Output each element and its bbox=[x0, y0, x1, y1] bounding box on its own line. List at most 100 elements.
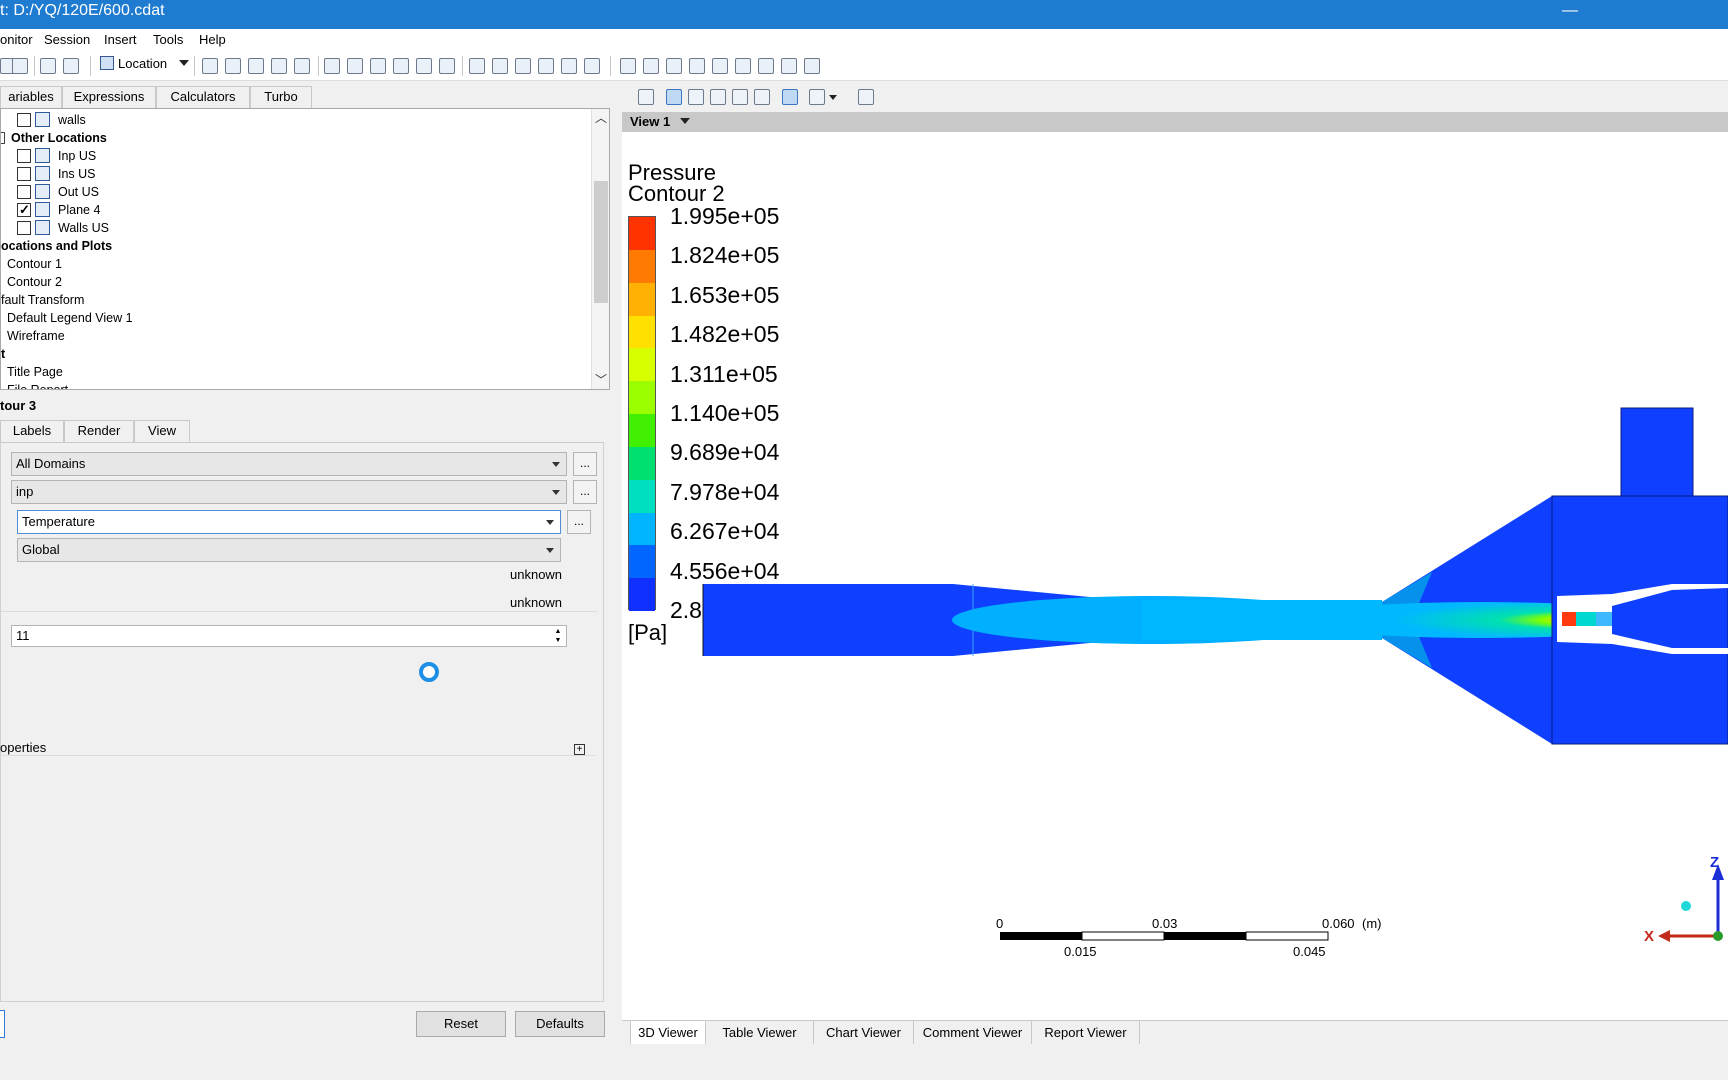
tab-3d-viewer[interactable]: 3D Viewer bbox=[630, 1021, 706, 1045]
timestep-icon[interactable] bbox=[620, 58, 636, 74]
instance-transform-icon[interactable] bbox=[393, 58, 409, 74]
walls-us-checkbox[interactable] bbox=[17, 221, 31, 235]
tab-calculators[interactable]: Calculators bbox=[156, 86, 250, 108]
zoom-box-icon[interactable] bbox=[732, 89, 748, 105]
locations-more-button[interactable]: ... bbox=[573, 480, 597, 504]
view-selector[interactable]: View 1 bbox=[622, 112, 1728, 132]
out-us-checkbox[interactable] bbox=[17, 185, 31, 199]
command-editor-icon[interactable] bbox=[804, 58, 820, 74]
case-comparison-icon[interactable] bbox=[781, 58, 797, 74]
fit-view-icon[interactable] bbox=[782, 89, 798, 105]
status-bar bbox=[0, 1044, 1728, 1080]
tab-comment-viewer[interactable]: Comment Viewer bbox=[914, 1021, 1032, 1045]
tree-group-report[interactable]: t bbox=[1, 345, 5, 363]
scrollbar-thumb[interactable] bbox=[594, 181, 608, 303]
zoom-icon[interactable] bbox=[710, 89, 726, 105]
variable-select[interactable]: Temperature bbox=[17, 510, 561, 534]
clip-plane-icon[interactable] bbox=[416, 58, 432, 74]
tab-render[interactable]: Render bbox=[64, 420, 134, 442]
location-button[interactable]: Location bbox=[100, 56, 189, 76]
contour-icon[interactable] bbox=[225, 58, 241, 74]
menu-monitor[interactable]: onitor bbox=[0, 32, 33, 47]
select-icon[interactable] bbox=[638, 89, 654, 105]
quick-editor-icon[interactable] bbox=[666, 58, 682, 74]
domains-more-button[interactable]: ... bbox=[573, 452, 597, 476]
tab-table-viewer[interactable]: Table Viewer bbox=[706, 1021, 814, 1045]
animation-icon[interactable] bbox=[643, 58, 659, 74]
minimize-button[interactable]: — bbox=[1562, 0, 1578, 22]
tab-labels[interactable]: Labels bbox=[0, 420, 64, 442]
inp-us-checkbox[interactable] bbox=[17, 149, 31, 163]
scroll-down-icon[interactable]: ﹀ bbox=[592, 371, 609, 389]
zoom-fit-icon[interactable] bbox=[754, 89, 770, 105]
domains-select[interactable]: All Domains bbox=[11, 452, 567, 476]
panel-splitter[interactable] bbox=[612, 82, 622, 1042]
stepper-down-icon[interactable]: ▼ bbox=[552, 636, 564, 645]
viewer-panel: View 1 Pressure Contour 2 1.995e+05 1.824… bbox=[622, 82, 1728, 1042]
tab-chart-viewer[interactable]: Chart Viewer bbox=[814, 1021, 914, 1045]
apply-button[interactable] bbox=[0, 1010, 5, 1038]
function-calculator-icon[interactable] bbox=[712, 58, 728, 74]
color-map-icon[interactable] bbox=[439, 58, 455, 74]
tree-row-default-legend[interactable]: Default Legend View 1 bbox=[7, 309, 133, 327]
pan-icon[interactable] bbox=[688, 89, 704, 105]
tree-row-contour-1[interactable]: Contour 1 bbox=[7, 255, 62, 273]
text-icon[interactable] bbox=[324, 58, 340, 74]
toolbar-separator bbox=[194, 56, 195, 76]
volume-rendering-icon[interactable] bbox=[294, 58, 310, 74]
menu-help[interactable]: Help bbox=[199, 32, 226, 47]
num-contours-stepper[interactable]: 11 ▲ ▼ bbox=[11, 625, 567, 647]
variable-icon[interactable] bbox=[469, 58, 485, 74]
range-select[interactable]: Global bbox=[17, 538, 561, 562]
tree-row-wireframe[interactable]: Wireframe bbox=[7, 327, 65, 345]
figure-icon[interactable] bbox=[584, 58, 600, 74]
expand-icon[interactable]: + bbox=[574, 744, 585, 755]
comment-icon[interactable] bbox=[561, 58, 577, 74]
tree-row-file-report[interactable]: File Report bbox=[7, 381, 68, 389]
streamline-icon[interactable] bbox=[248, 58, 264, 74]
walls-checkbox[interactable] bbox=[17, 113, 31, 127]
tab-view[interactable]: View bbox=[134, 420, 190, 442]
macro-calculator-icon[interactable] bbox=[735, 58, 751, 74]
3d-viewport[interactable]: Pressure Contour 2 1.995e+05 1.824e+05 1.6… bbox=[622, 132, 1728, 1020]
expression-icon[interactable] bbox=[492, 58, 508, 74]
undo-icon[interactable] bbox=[40, 58, 56, 74]
variable-more-button[interactable]: ... bbox=[567, 510, 591, 534]
tab-report-viewer[interactable]: Report Viewer bbox=[1032, 1021, 1140, 1045]
reset-button[interactable]: Reset bbox=[416, 1011, 506, 1037]
outline-tree: walls Other Locations Inp US Ins US Out … bbox=[0, 108, 610, 390]
table-icon[interactable] bbox=[515, 58, 531, 74]
tab-turbo[interactable]: Turbo bbox=[250, 86, 312, 108]
tree-row-title-page[interactable]: Title Page bbox=[7, 363, 63, 381]
stepper-up-icon[interactable]: ▲ bbox=[552, 627, 564, 636]
plane-4-checkbox[interactable] bbox=[17, 201, 31, 219]
tab-expressions[interactable]: Expressions bbox=[62, 86, 156, 108]
tab-variables[interactable]: ariables bbox=[0, 86, 62, 108]
mesh-calculator-icon[interactable] bbox=[758, 58, 774, 74]
tree-row-contour-2[interactable]: Contour 2 bbox=[7, 273, 62, 291]
help-icon[interactable] bbox=[858, 89, 874, 105]
chart-icon[interactable] bbox=[538, 58, 554, 74]
locations-select[interactable]: inp bbox=[11, 480, 567, 504]
menu-session[interactable]: Session bbox=[44, 32, 90, 47]
tree-scrollbar[interactable]: ︿ ﹀ bbox=[591, 109, 609, 389]
defaults-button[interactable]: Defaults bbox=[515, 1011, 605, 1037]
screenshot-icon[interactable] bbox=[12, 58, 28, 74]
rotate-icon[interactable] bbox=[666, 89, 682, 105]
menu-tools[interactable]: Tools bbox=[153, 32, 183, 47]
coordinate-frame-icon[interactable] bbox=[347, 58, 363, 74]
tree-group-user-locations[interactable]: ocations and Plots bbox=[1, 237, 112, 255]
particle-track-icon[interactable] bbox=[271, 58, 287, 74]
menu-insert[interactable]: Insert bbox=[104, 32, 137, 47]
viewport-layout-icon[interactable] bbox=[809, 89, 825, 105]
ins-us-checkbox[interactable] bbox=[17, 167, 31, 181]
tree-row-default-transform[interactable]: fault Transform bbox=[1, 291, 84, 309]
legend-icon[interactable] bbox=[370, 58, 386, 74]
vector-icon[interactable] bbox=[202, 58, 218, 74]
collapse-icon[interactable] bbox=[1, 132, 5, 144]
redo-icon[interactable] bbox=[63, 58, 79, 74]
plume-tail-2 bbox=[1596, 612, 1612, 626]
scroll-up-icon[interactable]: ︿ bbox=[592, 109, 609, 127]
chevron-down-icon[interactable] bbox=[829, 95, 837, 100]
probe-icon[interactable] bbox=[689, 58, 705, 74]
